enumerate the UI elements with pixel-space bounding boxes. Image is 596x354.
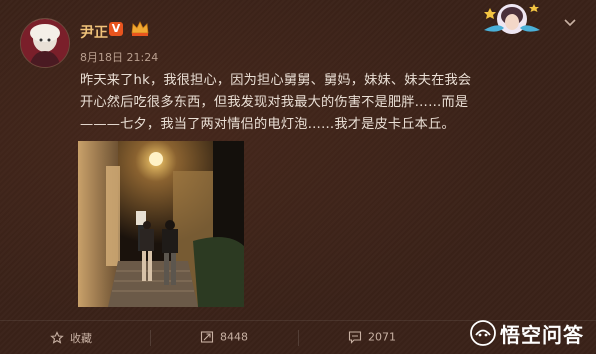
favorite-label: 收藏 [70, 332, 92, 345]
comment-count: 2071 [368, 330, 396, 344]
watermark-text: 悟空问答 [500, 322, 584, 347]
comment-button[interactable]: 2071 [348, 330, 396, 346]
forward-button[interactable]: 8448 [200, 330, 248, 346]
comment-icon [348, 330, 362, 344]
post-photo[interactable] [78, 141, 244, 307]
action-separator [150, 330, 151, 346]
forward-icon [200, 330, 214, 344]
forward-count: 8448 [220, 330, 248, 344]
verified-badge: V [109, 22, 123, 36]
username[interactable]: 尹正 [80, 22, 108, 42]
wukong-logo-icon [470, 320, 496, 346]
avatar[interactable] [20, 18, 70, 68]
favorite-button[interactable]: 收藏 [50, 330, 92, 346]
action-separator [298, 330, 299, 346]
chevron-down-icon[interactable] [562, 14, 578, 30]
wukong-watermark: 悟空问答 [470, 318, 584, 348]
post-timestamp[interactable]: 8月18日 21:24 [80, 49, 158, 65]
crown-icon [130, 19, 150, 37]
weibo-post-card: 尹正 V 8月18日 21:24 昨天来了hk，我很担心，因为担心舅舅、舅妈，妹… [0, 0, 596, 354]
star-icon [50, 331, 64, 345]
member-badge-icon[interactable] [478, 0, 546, 40]
post-text: 昨天来了hk，我很担心，因为担心舅舅、舅妈，妹妹、妹夫在我会开心然后吃很多东西，… [80, 73, 472, 132]
